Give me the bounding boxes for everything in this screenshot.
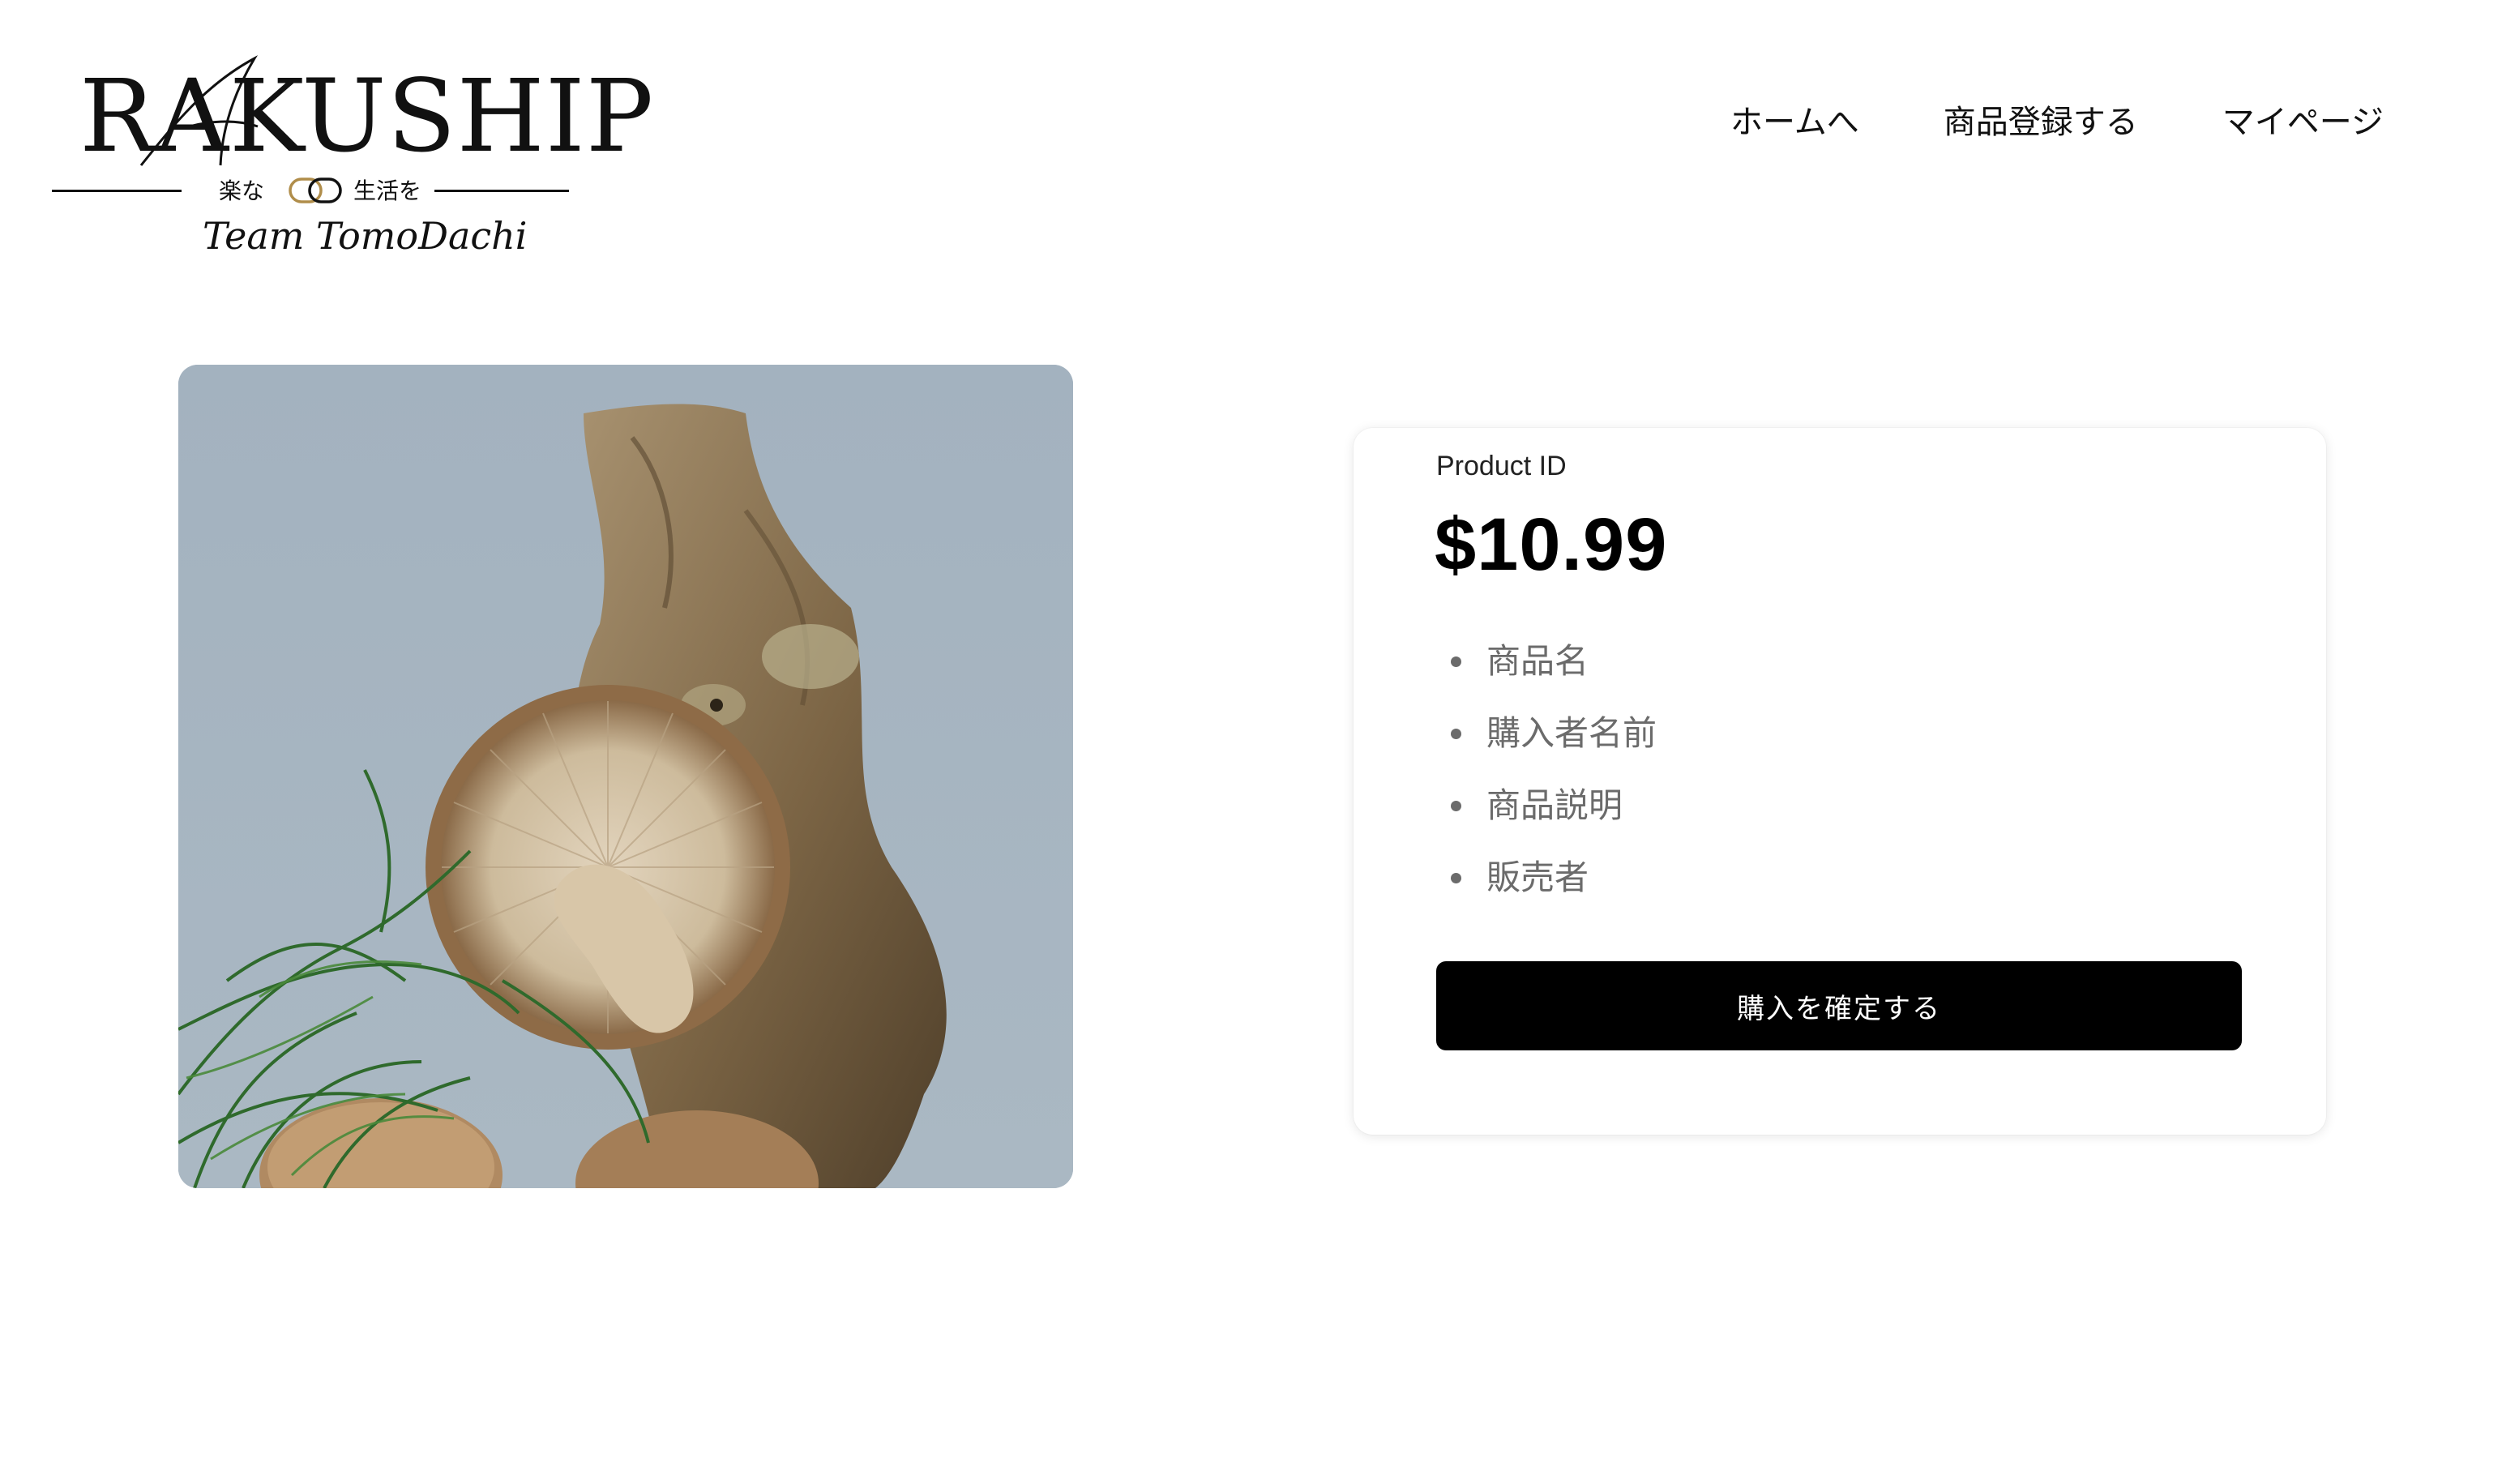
detail-product-name: 商品名	[1451, 637, 1657, 709]
logo-tagline-right: 生活を	[353, 177, 422, 204]
confirm-purchase-button[interactable]: 購入を確定する	[1436, 961, 2242, 1050]
logo-emblem-icon	[289, 177, 342, 203]
page: RAKUSHIP 楽な 生活を Team TomoDachi ホームへ 商品登録…	[0, 0, 2502, 1484]
product-details-list: 商品名 購入者名前 商品説明 販売者	[1451, 637, 1657, 926]
product-price: $10.99	[1435, 503, 1668, 586]
logo-divider-right	[434, 190, 569, 192]
logo-team-name: Team TomoDachi	[203, 214, 528, 258]
detail-product-description: 商品説明	[1451, 781, 1657, 853]
product-info-card: Product ID $10.99 商品名 購入者名前 商品説明 販売者 購入を…	[1354, 428, 2326, 1135]
logo-tagline-left: 楽な	[219, 177, 265, 204]
detail-buyer-name: 購入者名前	[1451, 709, 1657, 781]
product-image	[178, 365, 1073, 1188]
main-nav: ホームへ 商品登録する マイページ	[1730, 96, 2384, 143]
product-id-label: Product ID	[1436, 451, 1567, 481]
nav-home-link[interactable]: ホームへ	[1730, 96, 1859, 143]
site-logo[interactable]: RAKUSHIP 楽な 生活を Team TomoDachi	[52, 52, 653, 271]
detail-seller: 販売者	[1451, 853, 1657, 926]
nav-mypage-link[interactable]: マイページ	[2222, 96, 2384, 143]
logo-divider-left	[52, 190, 182, 192]
nav-register-product-link[interactable]: 商品登録する	[1944, 96, 2138, 143]
mushroom-photo-icon	[178, 365, 1073, 1188]
logo-wordmark: RAKUSHIP	[79, 58, 655, 175]
